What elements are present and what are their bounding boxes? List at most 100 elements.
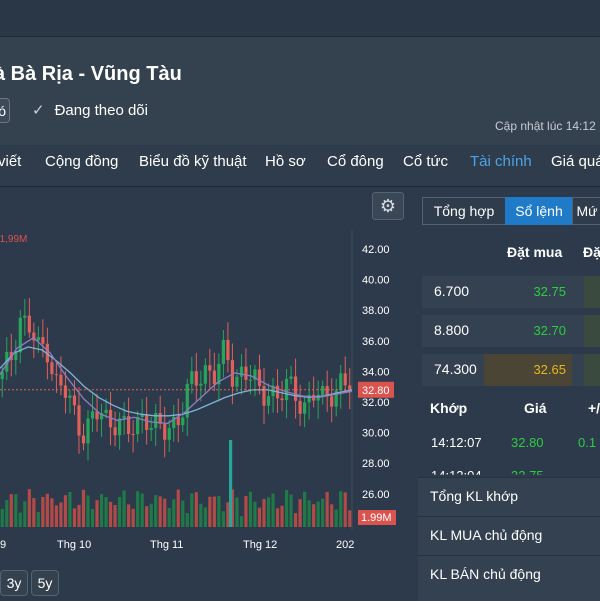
candle-body [145,414,149,430]
volume-bar [36,511,40,527]
volume-bar [149,503,153,527]
volume-bar [229,440,233,527]
volume-bar [312,504,316,527]
bid-price[interactable]: 32.70 [484,315,572,347]
volume-bar [307,500,311,527]
candle-body [72,395,77,406]
volume-bar [172,499,176,527]
candle-body [163,423,167,440]
volume-bar [203,507,207,527]
candle-body [266,396,271,406]
tab-summary[interactable]: Tổng hợp [422,197,506,225]
price-chart[interactable]: 42.00 40.00 38.00 36.00 34.00 32.00 30.00 28.00… [0,0,408,600]
candle-body [221,339,225,364]
y-tick-label: 30.00 [362,428,390,440]
tab-price-levels[interactable]: Mứ [572,197,600,225]
candle-body [104,409,108,413]
bid-price[interactable]: 32.75 [484,276,572,308]
volume-bar [176,489,180,527]
candle-body [203,365,207,384]
range-5y-button[interactable]: 5y [31,570,59,596]
volume-bar [266,497,271,527]
range-3y-button[interactable]: 3y [0,570,28,596]
candle-body [54,374,59,376]
ask-cell [584,354,600,386]
volume-bar [212,496,216,527]
bid-price[interactable]: 32.65 [484,354,572,386]
volume-bar [32,498,36,527]
candle-body [239,366,244,377]
candle-body [208,365,212,371]
x-tick-label: Thg 12 [243,539,277,551]
x-tick-label: Thg 10 [57,539,91,551]
volume-bar [117,496,122,527]
volume-bar [289,494,293,527]
candle-body [140,414,144,418]
y-tick-label: 34.00 [362,366,390,378]
nav-item-dividends[interactable]: Cổ tức [403,153,448,170]
volume-bar [334,509,338,527]
candle-body [117,418,122,436]
stat-active-buy-volume: KL MUA chủ động [418,516,600,555]
volume-bar [127,504,131,527]
volume-bar [99,494,104,527]
candle-body [293,376,298,401]
match-change-header: +/ [588,400,600,416]
volume-bar [54,505,59,527]
match-price: 32.80 [511,435,544,450]
volume-bar [244,495,248,527]
nav-item-price-history[interactable]: Giá quá [551,153,600,170]
volume-bar [63,495,68,527]
ask-cell [584,276,600,308]
volume-bar [27,489,31,527]
tab-order-book[interactable]: Sổ lệnh [505,197,573,225]
candle-body [181,417,185,426]
volume-bar [68,492,72,527]
volume-bar [194,492,198,527]
candle-body [190,371,194,384]
volume-bar [18,512,22,527]
candle-body [136,417,140,435]
orderbook-row: 6.700 32.75 [422,276,600,308]
candle-body [289,376,293,379]
candle-body [27,315,31,333]
candle-body [113,427,117,436]
nav-item-finance[interactable]: Tài chính [470,153,532,170]
volume-bar [303,491,307,527]
last-price-label: 32.80 [362,385,390,397]
volume-bar [81,489,86,527]
volume-bar [316,501,320,527]
volume-bar [41,496,45,527]
candle-body [81,435,86,444]
volume-bar [239,516,244,527]
orderbook-row: 74.300 32.65 [422,354,600,386]
candle-body [36,337,40,341]
volume-bar [167,508,171,527]
volume-bar [339,491,343,527]
volume-bar [217,495,221,527]
gear-icon[interactable]: ⚙ [372,192,404,220]
candle-body [248,379,253,381]
volume-label: : 1,99M [0,234,28,245]
volume-bar [235,497,239,527]
y-tick-label: 26.00 [362,489,390,501]
candle-body [90,411,95,419]
volume-bar [90,508,95,527]
candle-body [50,362,54,375]
volume-bar [284,489,289,527]
volume-bar [248,491,253,527]
volume-bar [262,498,266,527]
volume-bar [140,493,144,527]
volume-bar [190,493,194,527]
volume-bar [9,494,13,527]
y-tick-label: 38.00 [362,305,390,317]
volume-bar [158,496,162,527]
volume-bar [253,501,257,527]
match-time: 14:12:07 [431,435,482,450]
x-tick-label: 202 [336,539,354,551]
volume-bar [325,491,329,527]
volume-bar [136,491,140,527]
candle-body [176,416,180,426]
volume-bar [72,508,77,527]
volume-bar [257,507,262,527]
